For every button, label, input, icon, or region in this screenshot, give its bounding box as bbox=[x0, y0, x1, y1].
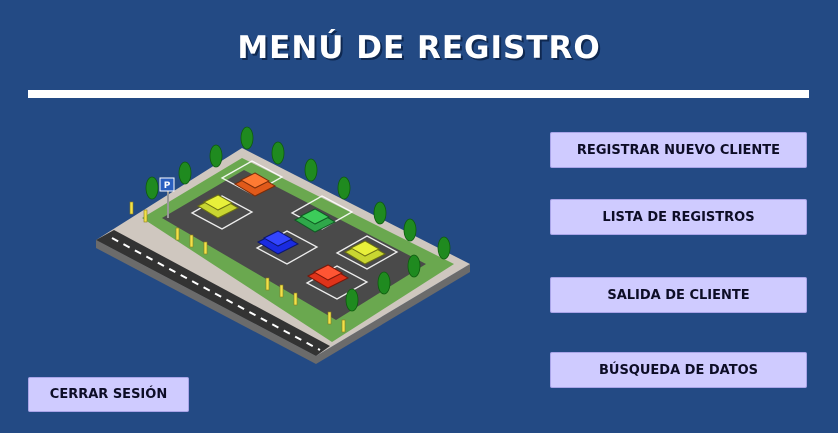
page-title: MENÚ DE REGISTRO bbox=[237, 30, 601, 66]
records-list-button[interactable]: LISTA DE REGISTROS bbox=[550, 199, 807, 235]
parking-lot-illustration: P bbox=[96, 126, 470, 364]
client-exit-button[interactable]: SALIDA DE CLIENTE bbox=[550, 277, 807, 313]
parking-sign-label: P bbox=[164, 181, 171, 191]
data-search-button[interactable]: BÚSQUEDA DE DATOS bbox=[550, 352, 807, 388]
register-new-client-button[interactable]: REGISTRAR NUEVO CLIENTE bbox=[550, 132, 807, 168]
title-divider bbox=[28, 90, 809, 98]
logout-button[interactable]: CERRAR SESIÓN bbox=[28, 377, 189, 412]
